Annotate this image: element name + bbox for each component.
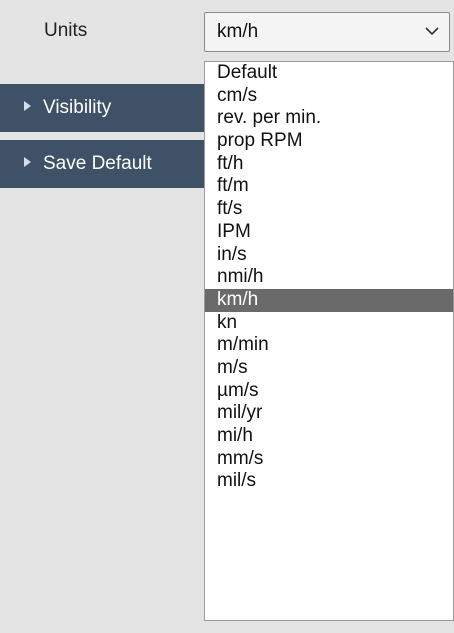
- dropdown-option[interactable]: mil/yr: [205, 402, 453, 425]
- dropdown-option[interactable]: m/min: [205, 334, 453, 357]
- dropdown-option[interactable]: ft/m: [205, 175, 453, 198]
- caret-right-icon: [24, 101, 31, 111]
- dropdown-option[interactable]: mm/s: [205, 448, 453, 471]
- units-dropdown-list: Default cm/s rev. per min. prop RPM ft/h…: [204, 61, 454, 621]
- section-save-default-label: Save Default: [43, 153, 152, 174]
- dropdown-option[interactable]: cm/s: [205, 85, 453, 108]
- dropdown-option[interactable]: IPM: [205, 221, 453, 244]
- caret-right-icon: [24, 157, 31, 167]
- dropdown-option-selected[interactable]: km/h: [205, 288, 453, 312]
- units-select-value: km/h: [217, 21, 259, 42]
- units-row: Units km/h: [0, 0, 454, 66]
- dropdown-option[interactable]: in/s: [205, 244, 453, 267]
- dropdown-option[interactable]: ft/s: [205, 198, 453, 221]
- section-visibility-label: Visibility: [43, 97, 112, 118]
- units-label: Units: [44, 20, 88, 41]
- dropdown-option[interactable]: Default: [205, 62, 453, 85]
- dropdown-option[interactable]: prop RPM: [205, 130, 453, 153]
- chevron-down-icon: [425, 27, 439, 36]
- dropdown-option[interactable]: µm/s: [205, 380, 453, 403]
- dropdown-option[interactable]: mi/h: [205, 425, 453, 448]
- dropdown-option[interactable]: ft/h: [205, 153, 453, 176]
- dropdown-option[interactable]: nmi/h: [205, 266, 453, 289]
- dropdown-option[interactable]: m/s: [205, 357, 453, 380]
- dropdown-option[interactable]: kn: [205, 312, 453, 335]
- dropdown-option[interactable]: mil/s: [205, 470, 453, 493]
- units-select[interactable]: km/h: [204, 12, 450, 52]
- dropdown-option[interactable]: rev. per min.: [205, 107, 453, 130]
